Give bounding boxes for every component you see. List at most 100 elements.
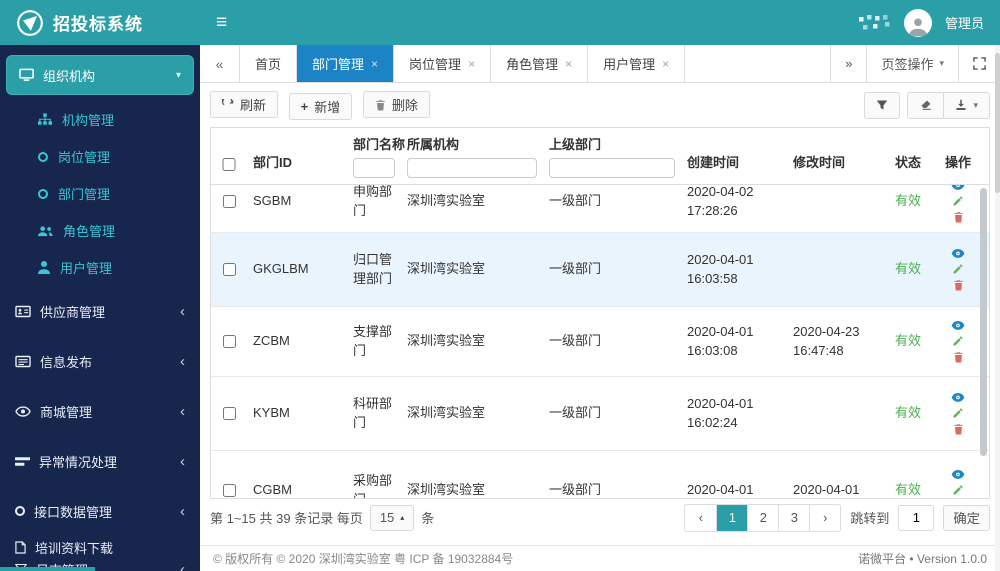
- sidebar-toggle-icon[interactable]: ≡: [216, 13, 227, 32]
- view-button[interactable]: [951, 320, 965, 331]
- page-size-dropdown[interactable]: 15 ▴: [369, 504, 415, 531]
- edit-button[interactable]: [952, 335, 964, 347]
- pixel-grid-icon[interactable]: [858, 14, 891, 31]
- eye-icon: [951, 469, 965, 479]
- app-logo-icon: [16, 9, 44, 37]
- view-button[interactable]: [951, 184, 965, 191]
- sitemap-icon: [38, 113, 52, 126]
- col-action: 操作: [944, 154, 971, 170]
- pencil-icon: [953, 195, 963, 205]
- row-checkbox[interactable]: [222, 483, 236, 497]
- table-scrollbar-thumb[interactable]: [980, 187, 987, 456]
- sidebar-group-organization[interactable]: 组织机构 ▾: [6, 55, 194, 95]
- dept-parent: 一级部门: [549, 405, 602, 421]
- table-row[interactable]: ZCBM 支撑部门 深圳湾实验室 一级部门 2020-04-01 16:03:08…: [211, 306, 989, 377]
- tab-close-icon[interactable]: ×: [371, 58, 378, 70]
- eraser-icon: [921, 100, 932, 111]
- edit-button[interactable]: [952, 407, 964, 419]
- page-scrollbar-thumb[interactable]: [995, 53, 1000, 193]
- delete-row-button[interactable]: [953, 279, 964, 291]
- col-org: 所属机构: [407, 136, 460, 152]
- edit-button[interactable]: [952, 195, 964, 207]
- view-button[interactable]: [951, 248, 965, 259]
- main-panel: « 首页 部门管理 × 岗位管理 × 角色管理 × 用户管理 × » 页签操作 …: [200, 45, 1000, 571]
- sidebar-group-interface-data[interactable]: 接口数据管理 ‹: [0, 486, 200, 536]
- jump-confirm-button[interactable]: 确定: [943, 504, 990, 531]
- tab-role-mgmt[interactable]: 角色管理 ×: [491, 45, 589, 82]
- edit-button[interactable]: [952, 263, 964, 275]
- dept-id: GKGLBM: [253, 261, 309, 277]
- username-label[interactable]: 管理员: [945, 13, 984, 32]
- view-button[interactable]: [951, 469, 965, 480]
- created-time: 17:28:26: [687, 203, 738, 218]
- newspaper-icon: [15, 355, 31, 368]
- tab-dept-mgmt[interactable]: 部门管理 ×: [297, 45, 395, 82]
- row-checkbox[interactable]: [222, 262, 236, 276]
- table-row[interactable]: GKGLBM 归口管理部门 深圳湾实验室 一级部门 2020-04-01 16:0…: [211, 232, 989, 307]
- delete-row-button[interactable]: [953, 351, 964, 363]
- sidebar-group-info-publish[interactable]: 信息发布 ‹: [0, 336, 200, 386]
- circle-icon: [15, 506, 25, 516]
- fullscreen-button[interactable]: [958, 45, 1000, 82]
- tab-home[interactable]: 首页: [240, 45, 298, 82]
- page-ops-dropdown[interactable]: 页签操作 ▾: [866, 45, 958, 82]
- clear-filter-button[interactable]: [907, 91, 945, 119]
- user-avatar[interactable]: [903, 8, 932, 37]
- sidebar-group-mall[interactable]: 商城管理 ‹: [0, 386, 200, 436]
- sidebar-group-supplier[interactable]: 供应商管理 ‹: [0, 286, 200, 336]
- sidebar-group-training-download[interactable]: 培训资料下载: [0, 536, 200, 558]
- row-checkbox[interactable]: [222, 194, 236, 208]
- delete-button[interactable]: 删除: [362, 91, 430, 118]
- delete-row-button[interactable]: [953, 423, 964, 435]
- sidebar-item-role-mgmt[interactable]: 角色管理: [0, 212, 200, 249]
- next-page-button[interactable]: ›: [809, 504, 841, 531]
- delete-row-button[interactable]: [953, 211, 964, 223]
- tab-user-mgmt[interactable]: 用户管理 ×: [588, 45, 686, 82]
- chevron-down-icon: ▾: [175, 69, 181, 81]
- row-checkbox[interactable]: [222, 334, 236, 348]
- sidebar-item-dept-mgmt[interactable]: 部门管理: [0, 175, 200, 212]
- sidebar-item-user-mgmt[interactable]: 用户管理: [0, 249, 200, 286]
- org-filter-input[interactable]: [407, 157, 537, 178]
- sidebar-item-org-mgmt[interactable]: 机构管理: [0, 101, 200, 138]
- tab-close-icon[interactable]: ×: [468, 58, 475, 70]
- page-button-2[interactable]: 2: [747, 504, 779, 531]
- tab-close-icon[interactable]: ×: [662, 58, 669, 70]
- page-button-1[interactable]: 1: [716, 504, 748, 531]
- filter-button[interactable]: [864, 91, 901, 119]
- edit-button[interactable]: [952, 484, 964, 496]
- tab-close-icon[interactable]: ×: [565, 58, 572, 70]
- prev-page-button[interactable]: ‹: [685, 504, 717, 531]
- chevron-left-icon: ‹: [180, 352, 185, 370]
- page-scrollbar[interactable]: [995, 45, 1000, 571]
- select-all-checkbox[interactable]: [217, 157, 241, 171]
- tab-post-mgmt[interactable]: 岗位管理 ×: [394, 45, 492, 82]
- id-card-icon: [15, 305, 31, 318]
- refresh-button[interactable]: 刷新: [210, 91, 279, 118]
- page-button-3[interactable]: 3: [778, 504, 810, 531]
- col-created: 创建时间: [687, 154, 740, 170]
- page-ops-label: 页签操作: [881, 57, 934, 72]
- sidebar-group-exception[interactable]: 异常情况处理 ‹: [0, 436, 200, 486]
- jump-page-input[interactable]: [898, 504, 935, 531]
- content-area: 刷新 + 新增 删除 ▾ 部门ID 部门名称 所属机构 上级部门 创建时间 修改…: [200, 83, 1000, 545]
- parent-dept-filter-input[interactable]: [549, 157, 675, 178]
- row-checkbox[interactable]: [222, 406, 236, 420]
- dept-name-filter-input[interactable]: [353, 157, 395, 178]
- fullscreen-icon: [973, 57, 986, 70]
- table-row[interactable]: CGBM 采购部门 深圳湾实验室 一级部门 2020-04-01 2020-04…: [211, 450, 989, 498]
- sidebar-group-label: 培训资料下载: [35, 540, 114, 556]
- dept-name: 归口管理部门: [353, 251, 393, 287]
- export-dropdown-button[interactable]: ▾: [944, 91, 990, 119]
- table-row[interactable]: KYBM 科研部门 深圳湾实验室 一级部门 2020-04-01 16:02:24…: [211, 376, 989, 451]
- tabs-scroll-right-button[interactable]: »: [830, 45, 866, 82]
- sidebar-item-post-mgmt[interactable]: 岗位管理: [0, 138, 200, 175]
- table-row[interactable]: SGBM 申购部门 深圳湾实验室 一级部门 2020-04-02 17:28:26…: [211, 184, 989, 233]
- modified-date: 2020-04-23: [793, 323, 860, 339]
- dept-org: 深圳湾实验室: [407, 333, 486, 349]
- sidebar-item-label: 岗位管理: [58, 150, 111, 165]
- created-date: 2020-04-01: [687, 251, 754, 267]
- view-button[interactable]: [951, 392, 965, 403]
- add-button[interactable]: + 新增: [288, 92, 353, 120]
- tabs-scroll-left-button[interactable]: «: [200, 45, 240, 82]
